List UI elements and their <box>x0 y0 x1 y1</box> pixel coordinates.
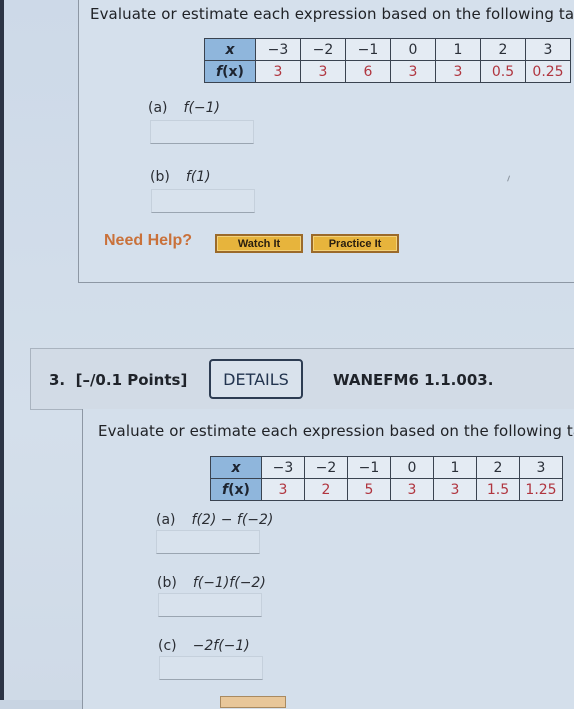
part-a-label: (a) f(−1) <box>148 100 221 116</box>
x-value: −1 <box>345 38 391 61</box>
part-b-label: (b) f(1) <box>150 169 211 185</box>
fx-value: 5 <box>347 478 391 501</box>
x-header: x <box>204 38 256 61</box>
x-value: 2 <box>476 456 520 479</box>
part-b-answer-input[interactable] <box>151 189 255 213</box>
fx-row: f(x) 3 3 6 3 3 0.5 0.25 <box>204 60 571 83</box>
x-value: −3 <box>255 38 301 61</box>
fx-value: 6 <box>345 60 391 83</box>
fx-value: 0.25 <box>525 60 571 83</box>
x-row: x −3 −2 −1 0 1 2 3 <box>204 38 571 61</box>
question-3-code: WANEFM6 1.1.003. <box>333 371 494 389</box>
fx-value: 0.5 <box>480 60 526 83</box>
x-value: 2 <box>480 38 526 61</box>
part-b-answer-input[interactable] <box>158 593 262 617</box>
x-value: −2 <box>304 456 348 479</box>
fx-value: 1.5 <box>476 478 520 501</box>
question-2-prompt: Evaluate or estimate each expression bas… <box>90 5 574 23</box>
x-value: 3 <box>525 38 571 61</box>
x-value: −3 <box>261 456 305 479</box>
x-value: 1 <box>435 38 481 61</box>
x-value: −1 <box>347 456 391 479</box>
x-header: x <box>210 456 262 479</box>
part-b-label: (b) f(−1)f(−2) <box>157 575 266 591</box>
question-2-function-table: x −3 −2 −1 0 1 2 3 f(x) 3 3 6 3 3 0.5 0.… <box>204 38 571 83</box>
question-3-function-table: x −3 −2 −1 0 1 2 3 f(x) 3 2 5 3 3 1.5 1.… <box>210 456 563 501</box>
question-3-prompt: Evaluate or estimate each expression bas… <box>98 422 574 440</box>
fx-value: 3 <box>390 60 436 83</box>
practice-it-button[interactable]: Practice It <box>311 234 399 253</box>
x-value: 0 <box>390 38 436 61</box>
x-value: 3 <box>519 456 563 479</box>
details-button[interactable]: DETAILS <box>209 359 303 399</box>
part-c-label: (c) −2f(−1) <box>158 638 250 654</box>
x-value: 0 <box>390 456 434 479</box>
need-help-label: Need Help? <box>104 232 193 249</box>
fx-value: 3 <box>390 478 434 501</box>
fx-value: 1.25 <box>519 478 563 501</box>
question-3-header: 3. [–/0.1 Points] DETAILS WANEFM6 1.1.00… <box>30 348 574 410</box>
question-3-body <box>82 409 574 709</box>
fx-value: 3 <box>261 478 305 501</box>
question-3-number-points: 3. [–/0.1 Points] <box>49 371 188 389</box>
fx-header: f(x) <box>210 478 262 501</box>
fx-value: 3 <box>300 60 346 83</box>
fx-value: 3 <box>255 60 301 83</box>
x-value: −2 <box>300 38 346 61</box>
fx-value: 2 <box>304 478 348 501</box>
part-a-label: (a) f(2) − f(−2) <box>156 512 274 528</box>
x-row: x −3 −2 −1 0 1 2 3 <box>210 456 563 479</box>
fx-value: 3 <box>433 478 477 501</box>
x-value: 1 <box>433 456 477 479</box>
partially-visible-button[interactable] <box>220 696 286 708</box>
fx-row: f(x) 3 2 5 3 3 1.5 1.25 <box>210 478 563 501</box>
fx-header: f(x) <box>204 60 256 83</box>
fx-value: 3 <box>435 60 481 83</box>
part-a-answer-input[interactable] <box>150 120 254 144</box>
watch-it-button[interactable]: Watch It <box>215 234 303 253</box>
part-c-answer-input[interactable] <box>159 656 263 680</box>
part-a-answer-input[interactable] <box>156 530 260 554</box>
